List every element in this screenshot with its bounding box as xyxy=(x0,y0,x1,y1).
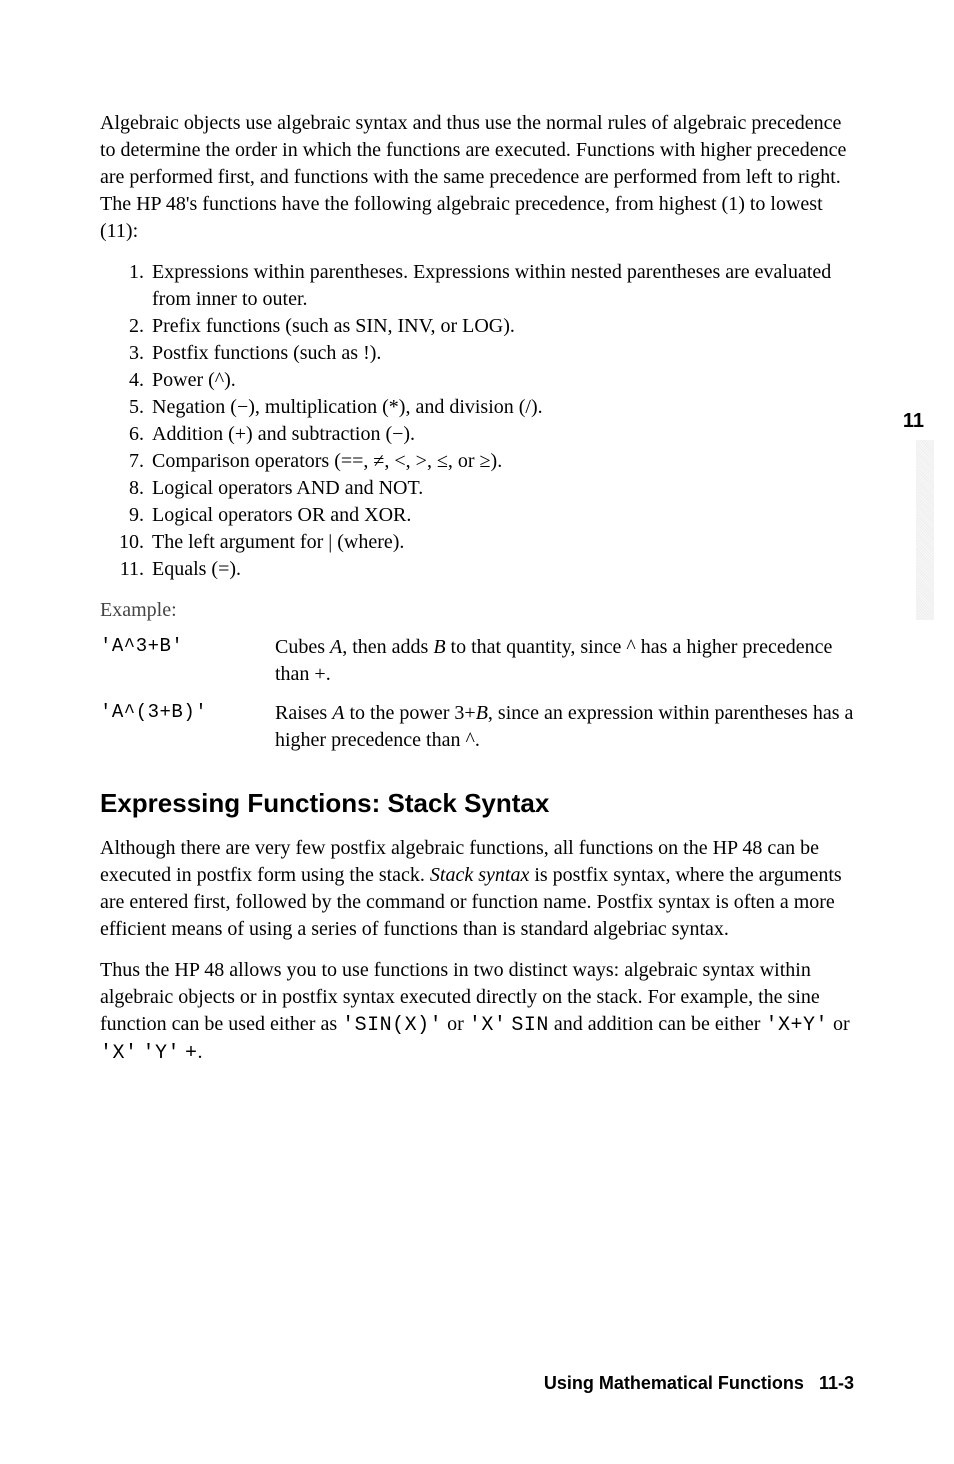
code-inline: + xyxy=(185,1042,198,1065)
code-inline: 'X' xyxy=(469,1014,507,1037)
list-item: 11. Equals (=). xyxy=(100,556,854,583)
list-text: Power (^). xyxy=(144,367,236,394)
example-row: 'A^(3+B)' Raises A to the power 3+B, sin… xyxy=(100,700,854,754)
list-item: 3. Postfix functions (such as !). xyxy=(100,340,854,367)
list-number: 4. xyxy=(112,367,144,394)
list-item: 8. Logical operators AND and NOT. xyxy=(100,475,854,502)
list-number: 7. xyxy=(112,448,144,475)
variable-b: B xyxy=(476,702,488,724)
list-item: 9. Logical operators OR and XOR. xyxy=(100,502,854,529)
example-description: Raises A to the power 3+B, since an expr… xyxy=(275,700,854,754)
list-number: 10. xyxy=(112,529,144,556)
list-text: Addition (+) and subtraction (−). xyxy=(144,421,415,448)
text: or xyxy=(442,1013,469,1035)
variable-a: A xyxy=(330,636,342,658)
list-item: 7. Comparison operators (==, ≠, <, >, ≤,… xyxy=(100,448,854,475)
list-text: Logical operators OR and XOR. xyxy=(144,502,411,529)
example-row: 'A^3+B' Cubes A, then adds B to that qua… xyxy=(100,634,854,688)
code-inline: 'X' xyxy=(100,1042,138,1065)
list-number: 3. xyxy=(112,340,144,367)
list-number: 6. xyxy=(112,421,144,448)
list-item: 10. The left argument for | (where). xyxy=(100,529,854,556)
footer-chapter-title: Using Mathematical Functions xyxy=(544,1373,804,1393)
list-item: 1. Expressions within parentheses. Expre… xyxy=(100,259,854,313)
thumb-index-shade xyxy=(916,440,934,620)
paragraph: Thus the HP 48 allows you to use functio… xyxy=(100,957,854,1067)
list-text: The left argument for | (where). xyxy=(144,529,404,556)
list-text: Negation (−), multiplication (*), and di… xyxy=(144,394,543,421)
variable-b: B xyxy=(433,636,445,658)
footer-page-number: 11-3 xyxy=(819,1373,854,1393)
variable-a: A xyxy=(332,702,344,724)
section-heading: Expressing Functions: Stack Syntax xyxy=(100,788,854,819)
example-label: Example: xyxy=(100,599,854,622)
code-inline: 'Y' xyxy=(143,1042,181,1065)
text: or xyxy=(828,1013,850,1035)
example-code: 'A^3+B' xyxy=(100,634,275,688)
list-text: Logical operators AND and NOT. xyxy=(144,475,423,502)
list-number: 1. xyxy=(112,259,144,313)
code-inline: SIN xyxy=(511,1014,549,1037)
text: and addition can be either xyxy=(549,1013,766,1035)
list-item: 2. Prefix functions (such as SIN, INV, o… xyxy=(100,313,854,340)
list-number: 11. xyxy=(112,556,144,583)
list-text: Equals (=). xyxy=(144,556,241,583)
page-footer: Using Mathematical Functions 11-3 xyxy=(544,1373,854,1394)
list-number: 2. xyxy=(112,313,144,340)
example-code: 'A^(3+B)' xyxy=(100,700,275,754)
precedence-list: 1. Expressions within parentheses. Expre… xyxy=(100,259,854,583)
text: . xyxy=(198,1041,203,1063)
code-inline: 'SIN(X)' xyxy=(342,1014,442,1037)
list-item: 5. Negation (−), multiplication (*), and… xyxy=(100,394,854,421)
list-item: 6. Addition (+) and subtraction (−). xyxy=(100,421,854,448)
paragraph: Although there are very few postfix alge… xyxy=(100,835,854,943)
code-inline: 'X+Y' xyxy=(765,1014,828,1037)
text: Raises xyxy=(275,702,332,724)
intro-paragraph: Algebraic objects use algebraic syntax a… xyxy=(100,110,854,245)
list-text: Postfix functions (such as !). xyxy=(144,340,381,367)
list-text: Comparison operators (==, ≠, <, >, ≤, or… xyxy=(144,448,502,475)
chapter-tab: 11 xyxy=(903,410,924,433)
list-number: 5. xyxy=(112,394,144,421)
list-text: Prefix functions (such as SIN, INV, or L… xyxy=(144,313,515,340)
list-number: 8. xyxy=(112,475,144,502)
text: , then adds xyxy=(342,636,433,658)
italic-term: Stack syntax xyxy=(430,864,529,886)
list-number: 9. xyxy=(112,502,144,529)
text: Cubes xyxy=(275,636,330,658)
text: to the power 3+ xyxy=(344,702,475,724)
list-text: Expressions within parentheses. Expressi… xyxy=(144,259,854,313)
example-description: Cubes A, then adds B to that quantity, s… xyxy=(275,634,854,688)
list-item: 4. Power (^). xyxy=(100,367,854,394)
